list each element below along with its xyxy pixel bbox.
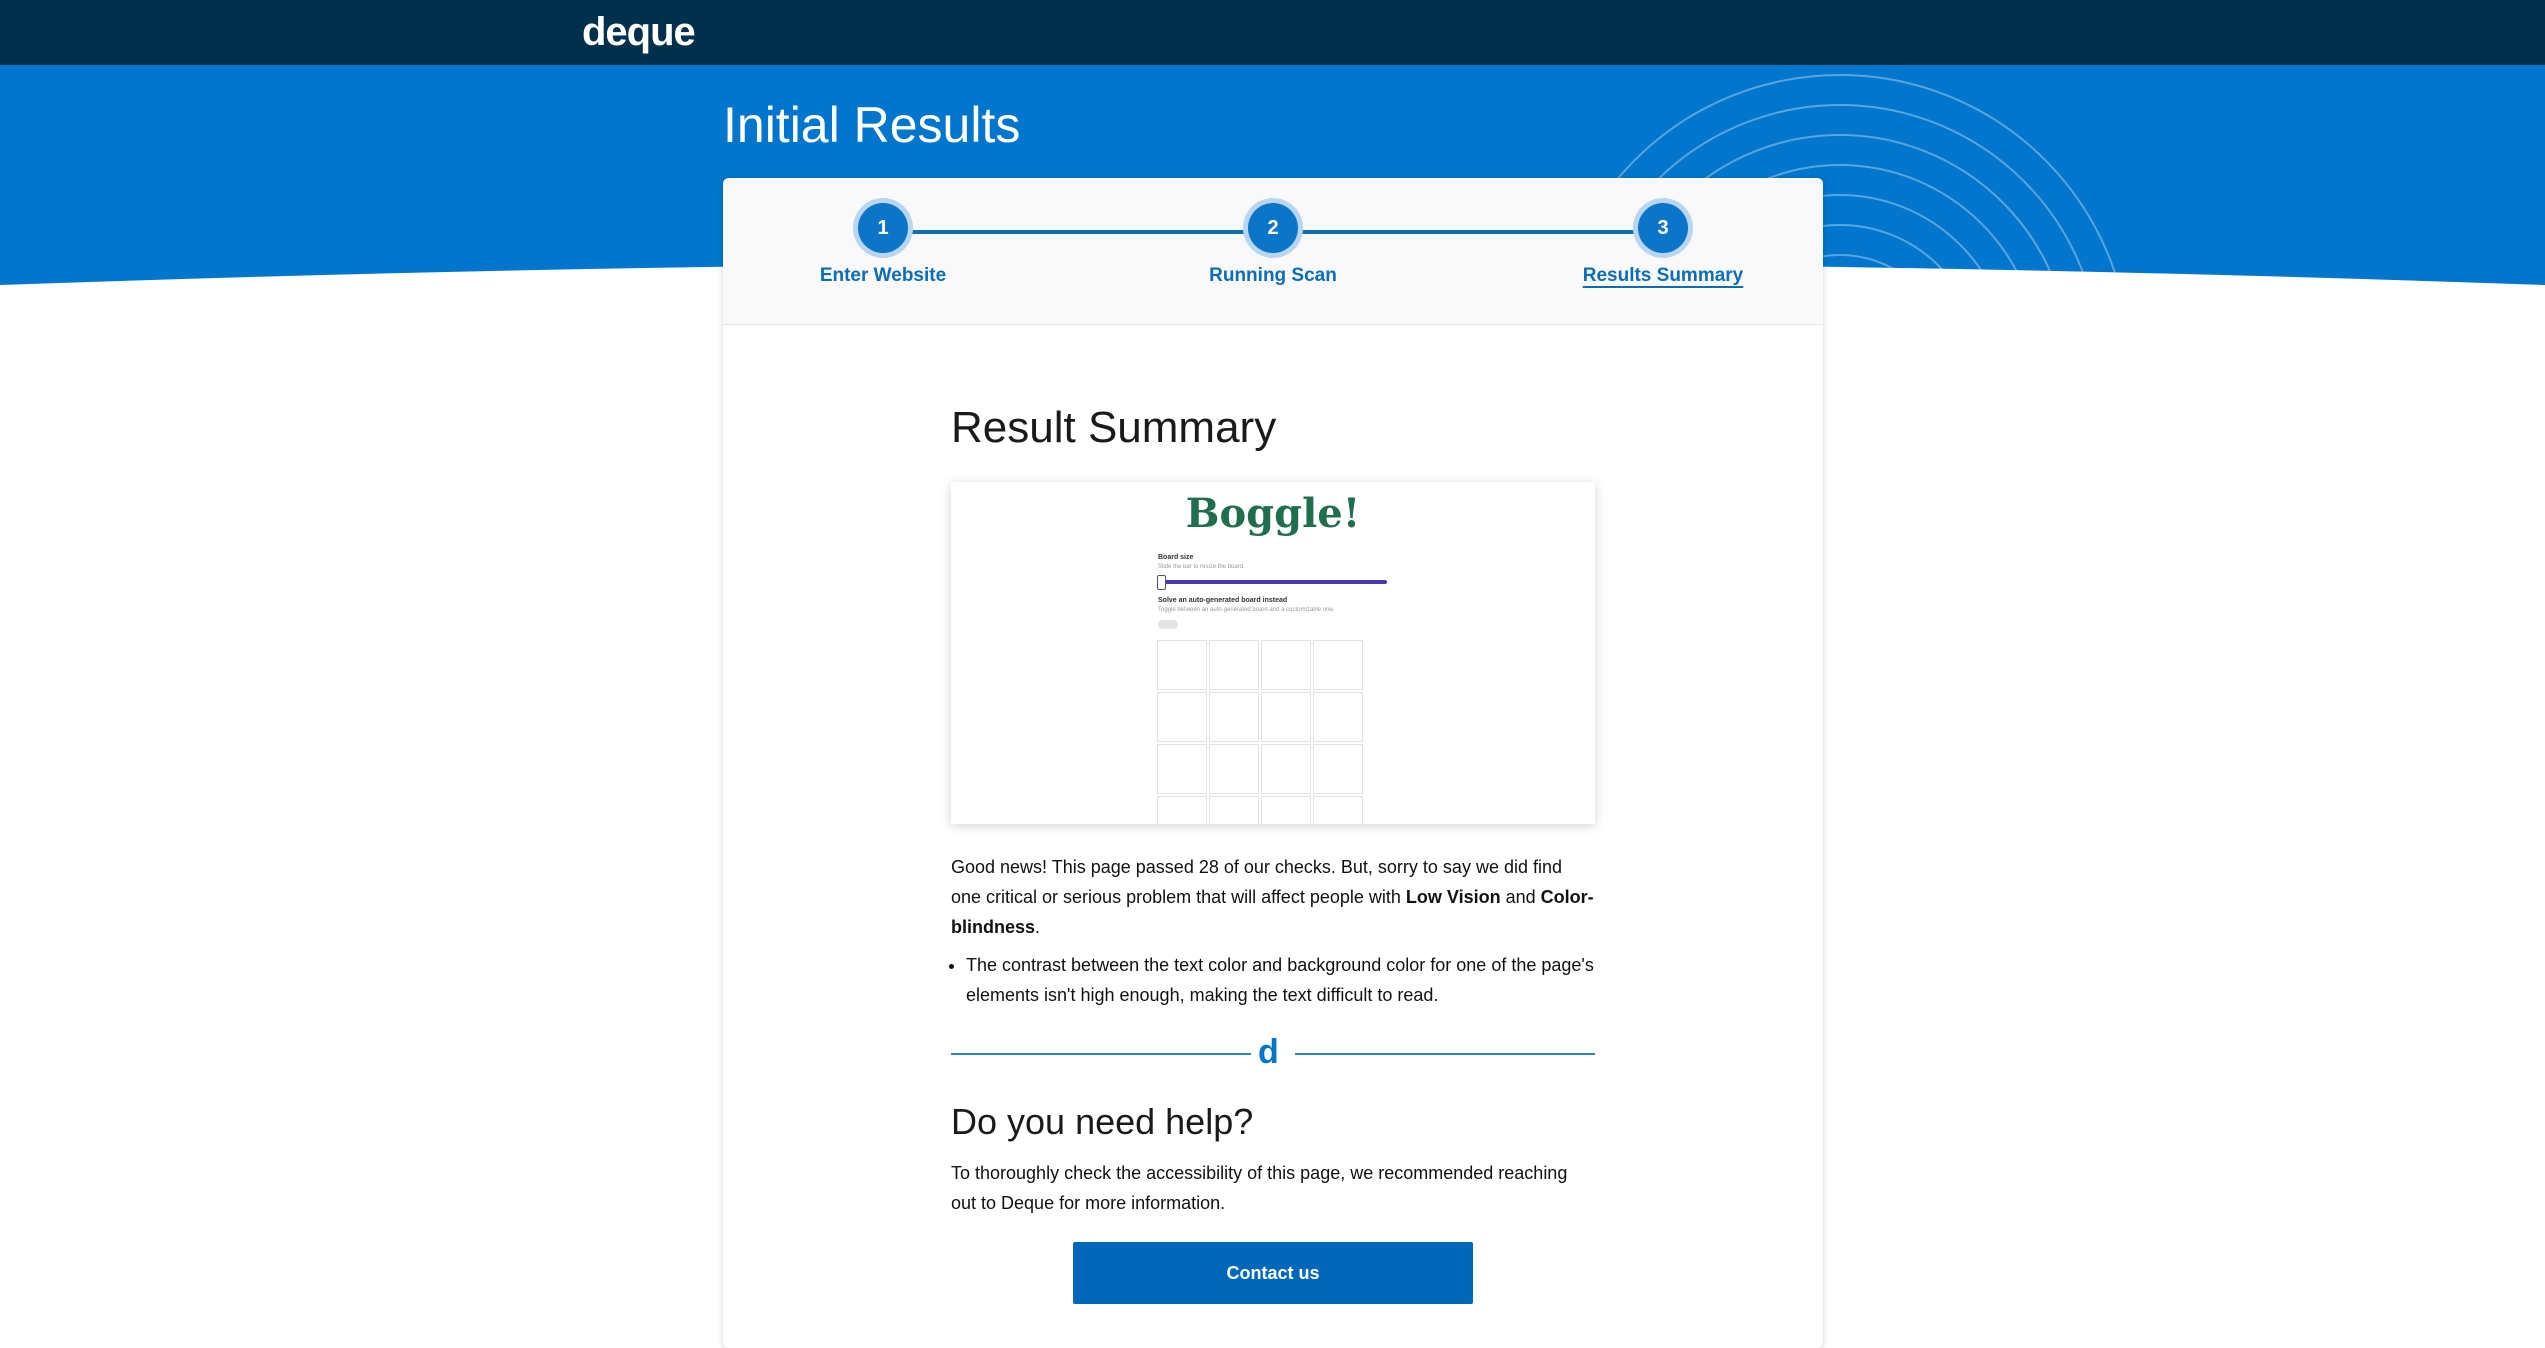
section-divider: d [951,1034,1595,1074]
summary-end-text: . [1035,917,1041,937]
divider-line-left [951,1053,1251,1055]
preview-auto-board-hint: Toggle between an auto-generated board a… [1158,607,1335,613]
preview-board-cell [1157,640,1207,690]
progress-stepper: 1 Enter Website 2 Running Scan 3 Results… [723,178,1823,325]
deque-logo[interactable]: deque [582,10,696,54]
issue-list: The contrast between the text color and … [951,950,1595,1010]
top-navbar: deque [0,0,2545,65]
preview-slider-thumb [1157,575,1166,590]
preview-toggle [1158,620,1178,629]
help-heading: Do you need help? [951,1101,1254,1142]
preview-board-cell [1313,692,1363,742]
preview-board-cell [1157,796,1207,824]
step-results-summary[interactable]: 3 Results Summary [1533,203,1793,287]
summary-content: Result Summary Boggle! Board size Slide … [951,398,1595,1304]
impact-low-vision: Low Vision [1405,887,1501,907]
summary-paragraph: Good news! This page passed 28 of our ch… [951,852,1595,942]
step-3-label: Results Summary [1582,265,1744,286]
contact-us-button[interactable]: Contact us [1073,1242,1473,1304]
preview-board-cell [1157,692,1207,742]
step-running-scan[interactable]: 2 Running Scan [1143,203,1403,287]
preview-board-cell [1209,796,1259,824]
issue-item: The contrast between the text color and … [966,950,1595,1010]
summary-and-text: and [1500,887,1541,907]
preview-slider-track [1159,580,1387,584]
preview-board-cell [1313,744,1363,794]
step-1-circle: 1 [858,203,908,253]
preview-board-cell [1209,744,1259,794]
preview-board-cell [1261,640,1311,690]
preview-board-cell [1261,796,1311,824]
help-body: To thoroughly check the accessibility of… [951,1163,1568,1213]
preview-site-title: Boggle! [1185,490,1361,537]
divider-line-right [1295,1053,1595,1055]
preview-board-cell [1313,640,1363,690]
step-1-label: Enter Website [819,265,947,286]
preview-board-cell [1313,796,1363,824]
preview-board-cell [1261,744,1311,794]
page-screenshot-preview: Boggle! Board size Slide the bar to resi… [951,482,1595,824]
page-title: Initial Results [723,97,1021,153]
preview-board-grid [1157,640,1363,824]
deque-d-icon: d [1258,1033,1279,1071]
step-2-label: Running Scan [1209,265,1337,286]
preview-board-cell [1209,692,1259,742]
preview-board-size-hint: Slide the bar to resize the board. [1158,564,1245,570]
step-3-circle: 3 [1638,203,1688,253]
preview-board-cell [1261,692,1311,742]
preview-board-cell [1157,744,1207,794]
step-enter-website[interactable]: 1 Enter Website [753,203,1013,287]
preview-auto-board-label: Solve an auto-generated board instead [1158,597,1288,604]
result-summary-heading: Result Summary [951,403,1277,452]
preview-board-size-label: Board size [1158,554,1194,561]
step-2-circle: 2 [1248,203,1298,253]
preview-board-cell [1209,640,1259,690]
results-card: 1 Enter Website 2 Running Scan 3 Results… [723,178,1823,1348]
